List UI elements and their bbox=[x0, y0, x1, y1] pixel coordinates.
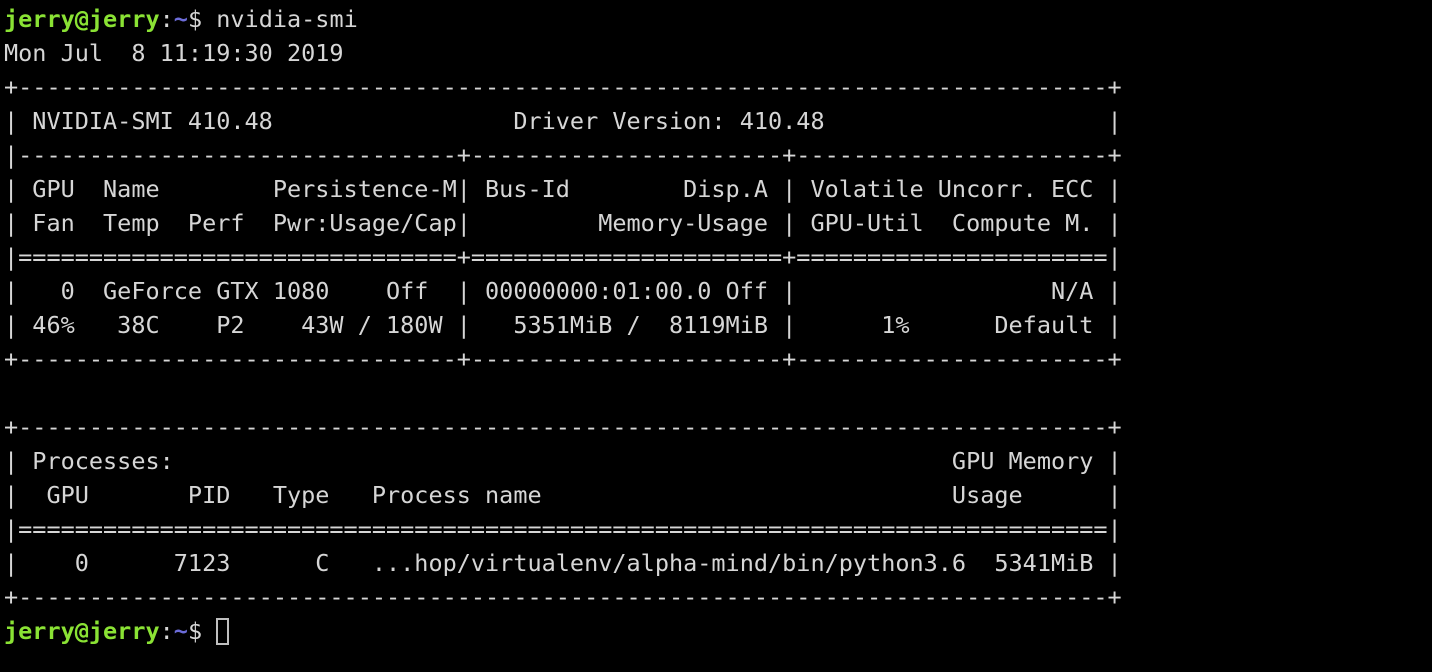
smi-table-mid-border: |-------------------------------+-------… bbox=[4, 141, 1122, 169]
final-prompt-line[interactable]: jerry@jerry:~$ bbox=[4, 614, 1122, 648]
prompt-user-host: jerry@jerry bbox=[4, 5, 160, 33]
prompt-user-host: jerry@jerry bbox=[4, 617, 160, 645]
processes-header-separator: |=======================================… bbox=[4, 515, 1122, 543]
processes-table-bottom-border: +---------------------------------------… bbox=[4, 583, 1122, 611]
processes-table-top-border: +---------------------------------------… bbox=[4, 413, 1122, 441]
prompt-colon: : bbox=[159, 5, 174, 33]
terminal-output-area: jerry@jerry:~$ nvidia-smi Mon Jul 8 11:1… bbox=[4, 2, 1122, 648]
smi-gpu-row-2: | 46% 38C P2 43W / 180W | 5351MiB / 8119… bbox=[4, 311, 1122, 339]
command-text: nvidia-smi bbox=[202, 5, 358, 33]
smi-header-separator: |===============================+=======… bbox=[4, 243, 1122, 271]
smi-table-bottom-border: +-------------------------------+-------… bbox=[4, 345, 1122, 373]
smi-header-row-1: | GPU Name Persistence-M| Bus-Id Disp.A … bbox=[4, 175, 1122, 203]
prompt-path: ~ bbox=[173, 617, 188, 645]
prompt-colon: : bbox=[159, 617, 174, 645]
processes-header-line: | GPU PID Type Process name Usage | bbox=[4, 481, 1122, 509]
processes-row: | 0 7123 C ...hop/virtualenv/alpha-mind/… bbox=[4, 549, 1122, 577]
smi-version-line: | NVIDIA-SMI 410.48 Driver Version: 410.… bbox=[4, 107, 1122, 135]
smi-table-top-border: +---------------------------------------… bbox=[4, 73, 1122, 101]
prompt-dollar: $ bbox=[187, 5, 203, 33]
prompt-dollar: $ bbox=[187, 617, 203, 645]
smi-gpu-row-1: | 0 GeForce GTX 1080 Off | 00000000:01:0… bbox=[4, 277, 1122, 305]
prompt-path: ~ bbox=[173, 5, 188, 33]
smi-header-row-2: | Fan Temp Perf Pwr:Usage/Cap| Memory-Us… bbox=[4, 209, 1122, 237]
text-cursor[interactable] bbox=[216, 618, 230, 645]
command-prompt-line: jerry@jerry:~$ nvidia-smi bbox=[4, 2, 1122, 36]
final-command-text bbox=[202, 617, 216, 645]
terminal-window[interactable]: jerry@jerry:~$ nvidia-smi Mon Jul 8 11:1… bbox=[0, 0, 1432, 672]
timestamp-line: Mon Jul 8 11:19:30 2019 bbox=[4, 39, 344, 67]
processes-title-line: | Processes: GPU Memory | bbox=[4, 447, 1122, 475]
